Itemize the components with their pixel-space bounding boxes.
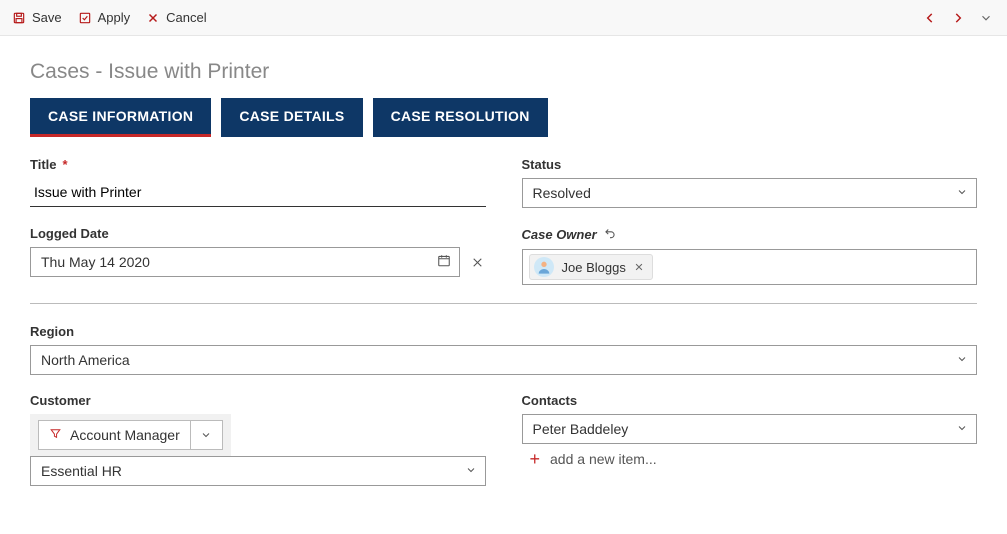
save-icon [12,11,26,25]
divider [30,303,977,304]
close-icon [146,11,160,25]
tab-case-details[interactable]: CASE DETAILS [221,98,362,137]
remove-owner-button[interactable] [634,260,644,275]
owner-name: Joe Bloggs [562,260,626,275]
region-label: Region [30,324,977,339]
page-title: Cases - Issue with Printer [30,60,977,84]
title-input[interactable] [30,178,486,207]
customer-value: Essential HR [41,463,122,479]
customer-select[interactable]: Essential HR [30,456,486,486]
chevron-down-icon [465,463,477,479]
region-select[interactable]: North America [30,345,977,375]
cancel-label: Cancel [166,10,206,25]
required-marker: * [63,157,68,172]
chevron-down-icon [956,421,968,437]
apply-label: Apply [98,10,131,25]
logged-date-input[interactable]: Thu May 14 2020 [30,247,460,277]
tab-case-information[interactable]: CASE INFORMATION [30,98,211,137]
clear-date-button[interactable] [470,254,486,270]
add-contact-button[interactable]: + add a new item... [522,444,978,474]
title-label: Title * [30,157,486,172]
calendar-icon[interactable] [437,254,451,271]
chevron-down-icon [956,185,968,201]
undo-icon[interactable] [603,226,617,243]
prev-button[interactable] [921,9,939,27]
case-owner-field[interactable]: Joe Bloggs [522,249,978,285]
tabs: CASE INFORMATION CASE DETAILS CASE RESOL… [30,98,977,137]
chevron-down-icon [956,352,968,368]
case-owner-label: Case Owner [522,226,978,243]
expand-button[interactable] [977,9,995,27]
status-select[interactable]: Resolved [522,178,978,208]
next-button[interactable] [949,9,967,27]
region-value: North America [41,352,130,368]
logged-date-value: Thu May 14 2020 [41,254,150,270]
customer-filter-label: Account Manager [70,427,180,443]
customer-filter-container: Account Manager [30,414,231,456]
toolbar: Save Apply Cancel [0,0,1007,36]
save-label: Save [32,10,62,25]
contacts-select[interactable]: Peter Baddeley [522,414,978,444]
tab-case-resolution[interactable]: CASE RESOLUTION [373,98,548,137]
cancel-button[interactable]: Cancel [146,10,206,25]
status-value: Resolved [533,185,591,201]
customer-filter-dropdown[interactable] [191,420,223,450]
contacts-label: Contacts [522,393,978,408]
save-button[interactable]: Save [12,10,62,25]
apply-button[interactable]: Apply [78,10,131,25]
apply-icon [78,11,92,25]
filter-icon [49,427,62,443]
status-label: Status [522,157,978,172]
owner-chip: Joe Bloggs [529,254,653,280]
avatar-icon [534,257,554,277]
logged-date-label: Logged Date [30,226,486,241]
add-contact-label: add a new item... [550,451,657,467]
plus-icon: + [530,450,541,468]
contacts-value: Peter Baddeley [533,421,629,437]
customer-label: Customer [30,393,486,408]
customer-filter[interactable]: Account Manager [38,420,191,450]
